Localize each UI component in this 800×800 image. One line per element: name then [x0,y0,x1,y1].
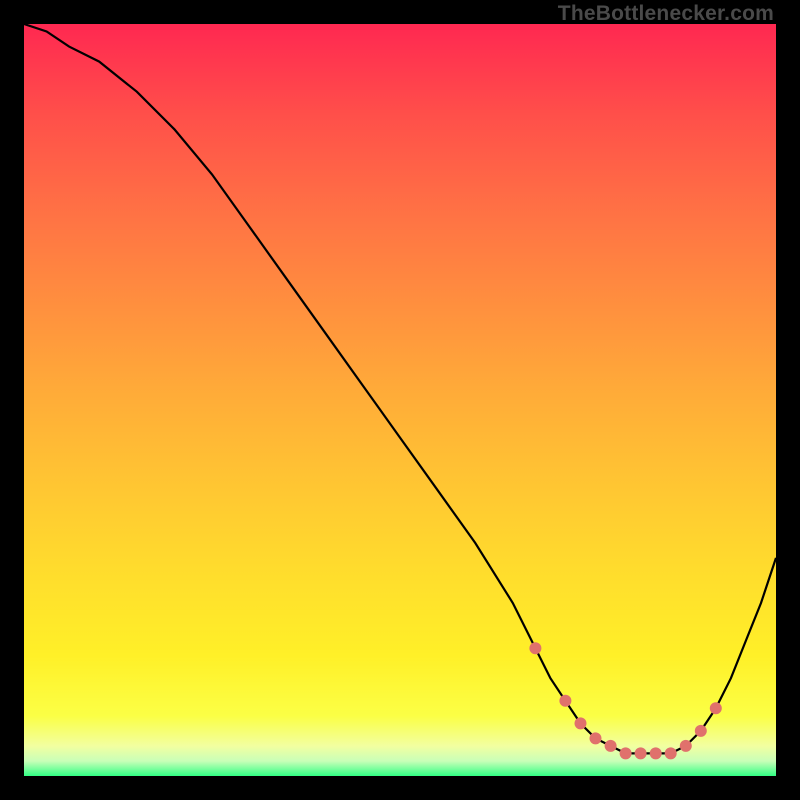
optimal-marker [710,702,722,714]
optimal-marker [650,747,662,759]
chart-area [24,24,776,776]
optimal-marker [680,740,692,752]
optimal-marker [590,732,602,744]
optimal-marker [665,747,677,759]
optimal-marker [695,725,707,737]
optimal-marker [620,747,632,759]
optimal-marker [635,747,647,759]
optimal-range-markers [529,642,721,759]
optimal-marker [605,740,617,752]
optimal-marker [559,695,571,707]
optimal-marker [575,717,587,729]
chart-svg [24,24,776,776]
optimal-marker [529,642,541,654]
bottleneck-curve [24,24,776,753]
attribution-text: TheBottlenecker.com [558,2,774,26]
